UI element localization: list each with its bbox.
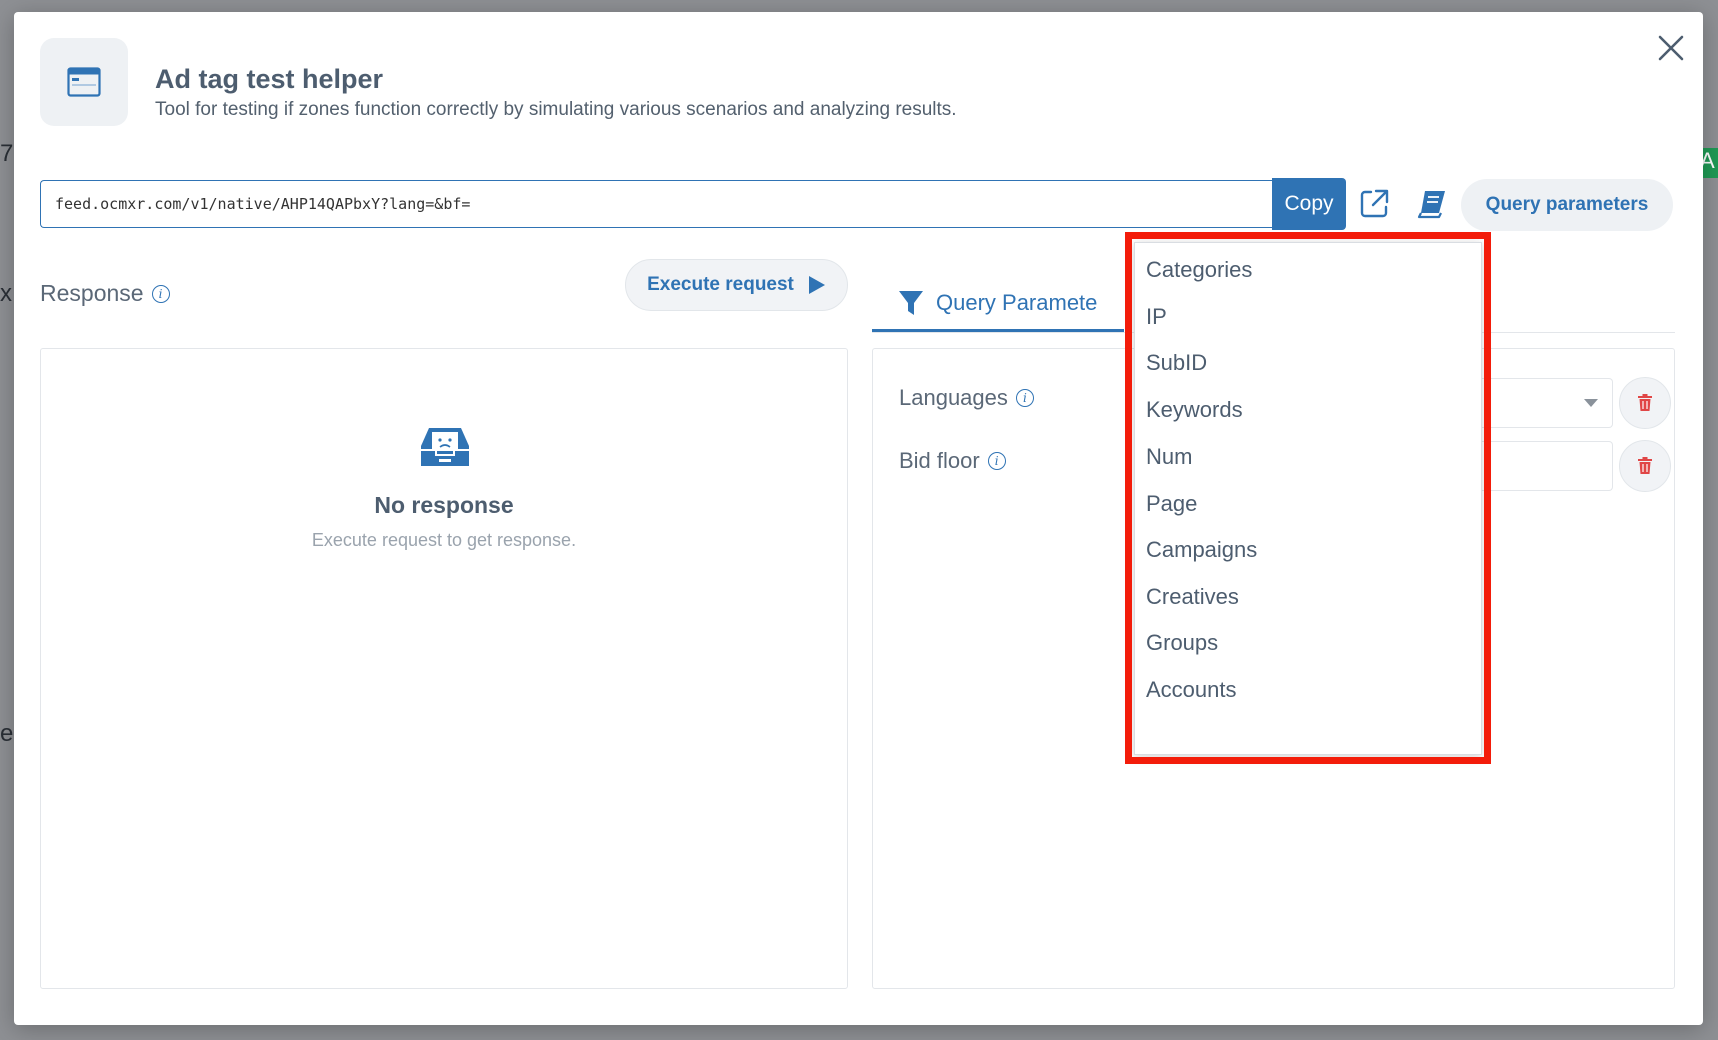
dropdown-item-ip[interactable]: IP: [1146, 304, 1167, 330]
param-row-languages: Languages i: [899, 385, 1034, 411]
filter-icon: [899, 290, 923, 315]
param-label-bid-floor: Bid floor: [899, 448, 980, 473]
background-text-fragment: x: [0, 280, 12, 307]
book-icon: [1417, 191, 1445, 219]
empty-state-subtitle: Execute request to get response.: [311, 530, 577, 550]
response-label: Response: [40, 280, 144, 306]
response-panel: No response Execute request to get respo…: [40, 348, 848, 989]
dropdown-item-accounts[interactable]: Accounts: [1146, 677, 1237, 703]
dropdown-item-creatives[interactable]: Creatives: [1146, 584, 1239, 610]
play-icon: [808, 276, 825, 294]
tab-query-parameters[interactable]: Query Paramete: [872, 276, 1124, 332]
browser-window-icon: [67, 67, 101, 97]
param-label-languages: Languages: [899, 385, 1008, 410]
dropdown-item-subid[interactable]: SubID: [1146, 350, 1207, 376]
documentation-button[interactable]: [1410, 182, 1454, 226]
info-icon[interactable]: i: [987, 452, 1006, 470]
execute-request-label: Execute request: [647, 274, 794, 295]
execute-request-button[interactable]: Execute request: [625, 259, 848, 311]
open-external-button[interactable]: [1352, 182, 1396, 226]
dropdown-item-keywords[interactable]: Keywords: [1146, 397, 1243, 423]
url-row: Copy: [40, 178, 1346, 230]
modal-subtitle: Tool for testing if zones function corre…: [155, 99, 957, 120]
close-icon: [1658, 35, 1684, 61]
background-text-fragment: e: [0, 720, 14, 747]
chevron-down-icon: [1584, 399, 1598, 407]
query-parameters-button[interactable]: Query parameters: [1461, 179, 1673, 231]
trash-icon: [1638, 457, 1652, 474]
copy-button[interactable]: Copy: [1272, 178, 1346, 230]
dropdown-item-groups[interactable]: Groups: [1146, 630, 1218, 656]
info-icon[interactable]: i: [151, 284, 170, 303]
languages-select[interactable]: [1473, 378, 1613, 428]
delete-languages-button[interactable]: [1619, 377, 1671, 429]
dropdown-item-campaigns[interactable]: Campaigns: [1146, 537, 1257, 563]
empty-state-title: No response: [374, 492, 514, 518]
ad-tag-url-input[interactable]: [40, 180, 1272, 228]
dropdown-item-num[interactable]: Num: [1146, 444, 1192, 470]
ad-tag-test-helper-modal: Ad tag test helper Tool for testing if z…: [14, 12, 1703, 1025]
empty-inbox-icon: [421, 428, 469, 466]
dropdown-item-categories[interactable]: Categories: [1146, 257, 1252, 283]
response-heading: Response i: [40, 280, 170, 307]
app-icon: [40, 38, 128, 126]
background-text-fragment: 7: [0, 140, 14, 167]
external-link-icon: [1360, 189, 1389, 218]
param-row-bid-floor: Bid floor i: [899, 448, 1006, 474]
query-parameters-dropdown: Categories IP SubID Keywords Num Page Ca…: [1134, 242, 1482, 755]
modal-title: Ad tag test helper: [155, 64, 384, 94]
tab-query-parameters-label: Query Paramete: [936, 289, 1098, 315]
close-button[interactable]: [1653, 30, 1689, 66]
bid-floor-input[interactable]: [1473, 441, 1613, 491]
delete-bid-floor-button[interactable]: [1619, 440, 1671, 492]
trash-icon: [1638, 394, 1652, 411]
dropdown-item-page[interactable]: Page: [1146, 491, 1197, 517]
info-icon[interactable]: i: [1015, 389, 1034, 407]
